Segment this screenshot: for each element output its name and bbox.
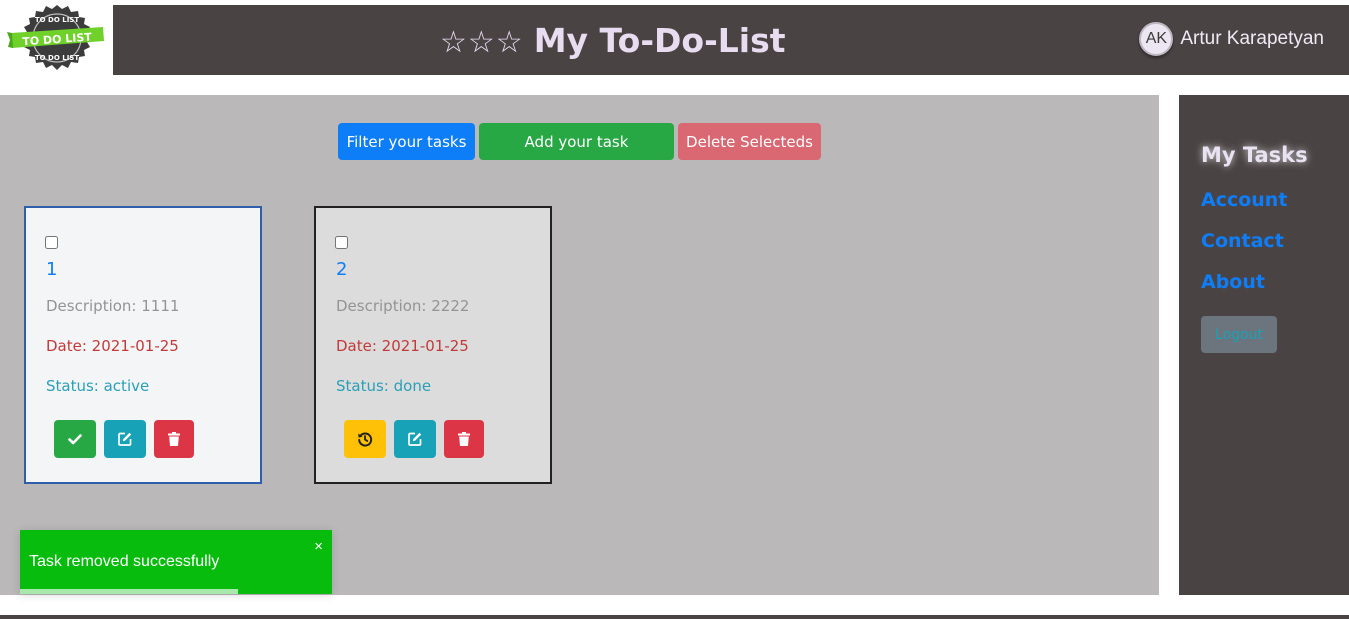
app-header: ☆☆☆ My To-Do-List AK Artur Karapetyan	[113, 5, 1349, 75]
toast-progress-bar	[20, 589, 239, 594]
task-date: Date: 2021-01-25	[46, 337, 179, 355]
check-icon	[68, 434, 82, 445]
app-logo: TO DO LIST TO DO LIST TO DO LIST	[0, 0, 113, 75]
task-card: 2 Description: 2222 Date: 2021-01-25 Sta…	[314, 206, 552, 484]
task-actions	[344, 420, 484, 458]
task-description: Description: 2222	[336, 297, 470, 315]
sidebar-item-account[interactable]: Account	[1201, 189, 1287, 211]
sidebar-item-about[interactable]: About	[1201, 271, 1265, 293]
delete-task-button[interactable]	[154, 420, 194, 458]
add-task-button[interactable]: Add your task	[479, 123, 674, 160]
restore-task-button[interactable]	[344, 420, 386, 458]
toast-message: Task removed successfully	[29, 553, 220, 570]
sidebar-item-my-tasks[interactable]: My Tasks	[1201, 143, 1308, 167]
trash-icon	[458, 432, 470, 446]
delete-selected-button[interactable]: Delete Selecteds	[678, 123, 821, 160]
task-select-checkbox[interactable]	[45, 236, 58, 249]
user-profile[interactable]: AK Artur Karapetyan	[1139, 22, 1324, 56]
edit-icon	[118, 432, 132, 446]
delete-task-button[interactable]	[444, 420, 484, 458]
history-icon	[358, 432, 373, 447]
trash-icon	[168, 432, 180, 446]
task-select-checkbox[interactable]	[335, 236, 348, 249]
task-title: 2	[336, 259, 348, 280]
task-status: Status: active	[46, 377, 150, 395]
task-status: Status: done	[336, 377, 432, 395]
footer-bar	[0, 615, 1349, 619]
todo-list-badge-icon: TO DO LIST TO DO LIST TO DO LIST	[7, 5, 104, 70]
user-name: Artur Karapetyan	[1180, 28, 1324, 49]
main-content: Filter your tasks Add your task Delete S…	[0, 95, 1159, 595]
toast-notification: Task removed successfully ×	[20, 530, 332, 594]
task-actions	[54, 420, 194, 458]
filter-tasks-button[interactable]: Filter your tasks	[338, 123, 475, 160]
task-description: Description: 1111	[46, 297, 180, 315]
sidebar: My Tasks Account Contact About Logout	[1179, 95, 1349, 595]
edit-task-button[interactable]	[394, 420, 436, 458]
toolbar: Filter your tasks Add your task Delete S…	[338, 123, 821, 160]
sidebar-item-contact[interactable]: Contact	[1201, 230, 1284, 252]
svg-text:TO DO LIST: TO DO LIST	[35, 54, 79, 62]
task-card: 1 Description: 1111 Date: 2021-01-25 Sta…	[24, 206, 262, 484]
mark-done-button[interactable]	[54, 420, 96, 458]
page-title-text: My To-Do-List	[533, 21, 786, 60]
close-icon[interactable]: ×	[314, 539, 323, 554]
task-date: Date: 2021-01-25	[336, 337, 469, 355]
page-title: ☆☆☆ My To-Do-List	[440, 21, 786, 63]
stars-icon: ☆☆☆	[440, 25, 524, 60]
edit-icon	[408, 432, 422, 446]
logout-button[interactable]: Logout	[1201, 316, 1277, 353]
edit-task-button[interactable]	[104, 420, 146, 458]
svg-text:TO DO LIST: TO DO LIST	[35, 16, 79, 24]
task-title: 1	[46, 259, 58, 280]
avatar[interactable]: AK	[1139, 22, 1174, 56]
